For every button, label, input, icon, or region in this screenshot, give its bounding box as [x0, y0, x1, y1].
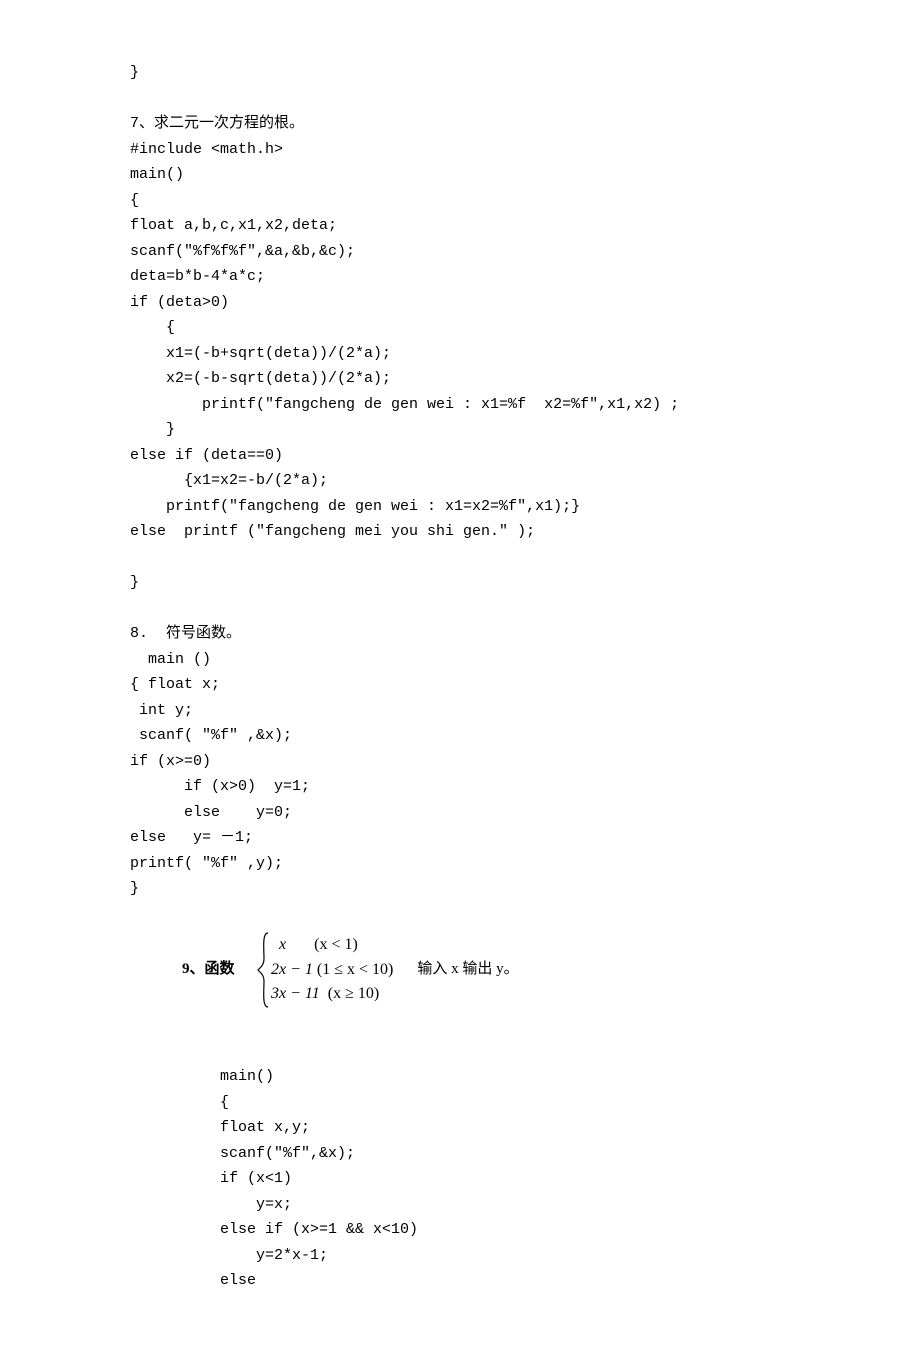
code-line: main ()	[130, 647, 790, 673]
code-line: printf("fangcheng de gen wei : x1=%f x2=…	[130, 392, 790, 418]
code-line: { float x;	[130, 672, 790, 698]
code-line: if (x<1)	[130, 1166, 790, 1192]
code-line: {	[130, 1090, 790, 1116]
code-line: {	[130, 188, 790, 214]
code-line: else printf ("fangcheng mei you shi gen.…	[130, 519, 790, 545]
code-line: deta=b*b-4*a*c;	[130, 264, 790, 290]
code-line: int y;	[130, 698, 790, 724]
code-line: else y= －1;	[130, 825, 790, 851]
piecewise-cases: x (x < 1) 2x − 1 (1 ≤ x < 10) 3x − 11 (x…	[271, 933, 393, 1007]
code-line: {	[130, 315, 790, 341]
code-line: y=x;	[130, 1192, 790, 1218]
code-line: scanf("%f",&x);	[130, 1141, 790, 1167]
problem-9-tail: 输入 x 输出 y。	[417, 957, 518, 983]
problem-9-label: 9、函数	[182, 957, 257, 983]
left-brace-icon	[257, 931, 271, 1009]
code-line: scanf("%f%f%f",&a,&b,&c);	[130, 239, 790, 265]
code-line: main()	[130, 162, 790, 188]
code-line: float x,y;	[130, 1115, 790, 1141]
code-line: printf("fangcheng de gen wei : x1=x2=%f"…	[130, 494, 790, 520]
code-line: printf( "%f" ,y);	[130, 851, 790, 877]
code-line: 7、求二元一次方程的根。	[130, 111, 790, 137]
code-line: main()	[130, 1064, 790, 1090]
code-line: 8. 符号函数。	[130, 621, 790, 647]
code-line: }	[130, 876, 790, 902]
problem-9-function-row: 9、函数 x (x < 1) 2x − 1 (1 ≤ x < 10) 3x − …	[130, 931, 790, 1009]
code-line: {x1=x2=-b/(2*a);	[130, 468, 790, 494]
document-page: }7、求二元一次方程的根。#include <math.h>main(){flo…	[0, 0, 920, 1354]
code-line: }	[130, 417, 790, 443]
code-line: x1=(-b+sqrt(deta))/(2*a);	[130, 341, 790, 367]
code-line: if (x>=0)	[130, 749, 790, 775]
code-line: x2=(-b-sqrt(deta))/(2*a);	[130, 366, 790, 392]
code-line: if (x>0) y=1;	[130, 774, 790, 800]
code-line: }	[130, 570, 790, 596]
code-line: scanf( "%f" ,&x);	[130, 723, 790, 749]
code-block-bottom: main() { float x,y; scanf("%f",&x); if (…	[130, 1013, 790, 1294]
case-3: 3x − 11 (x ≥ 10)	[271, 982, 393, 1007]
case-1: x (x < 1)	[271, 933, 393, 958]
code-line: y=2*x-1;	[130, 1243, 790, 1269]
code-line: else	[130, 1268, 790, 1294]
case-2: 2x − 1 (1 ≤ x < 10)	[271, 958, 393, 983]
code-line: else y=0;	[130, 800, 790, 826]
code-line: if (deta>0)	[130, 290, 790, 316]
code-line: }	[130, 60, 790, 86]
code-line: else if (x>=1 && x<10)	[130, 1217, 790, 1243]
code-block-top: }7、求二元一次方程的根。#include <math.h>main(){flo…	[130, 60, 790, 927]
code-line: else if (deta==0)	[130, 443, 790, 469]
code-line: #include <math.h>	[130, 137, 790, 163]
code-line: float a,b,c,x1,x2,deta;	[130, 213, 790, 239]
